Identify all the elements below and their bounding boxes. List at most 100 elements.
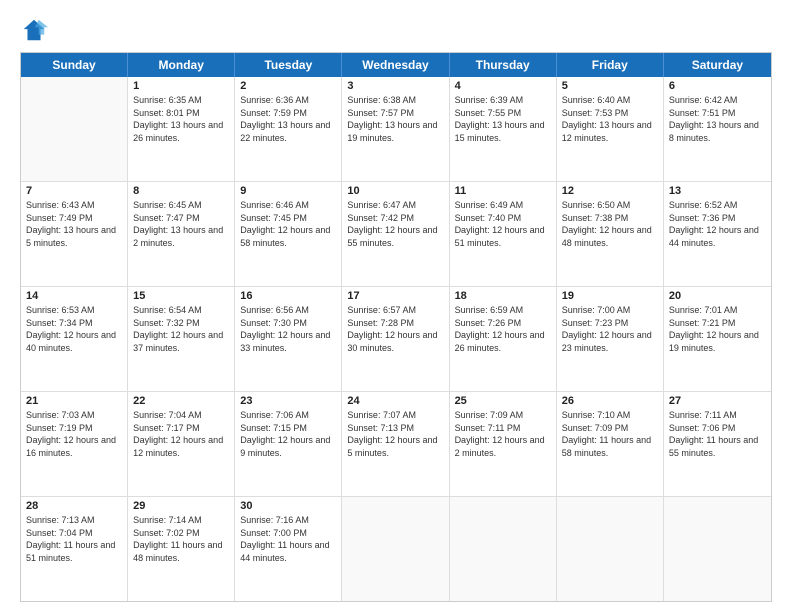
sunset-text: Sunset: 7:30 PM — [240, 317, 336, 330]
sunrise-text: Sunrise: 6:50 AM — [562, 199, 658, 212]
day-number: 21 — [26, 395, 122, 407]
sunset-text: Sunset: 7:15 PM — [240, 422, 336, 435]
daylight-text: Daylight: 12 hours and 26 minutes. — [455, 329, 551, 354]
day-number: 1 — [133, 80, 229, 92]
sunset-text: Sunset: 7:45 PM — [240, 212, 336, 225]
calendar-row-5: 28 Sunrise: 7:13 AMSunset: 7:04 PM Dayligh… — [21, 497, 771, 601]
sunrise-text: Sunrise: 7:09 AM — [455, 409, 551, 422]
sunrise-text: Sunrise: 6:46 AM — [240, 199, 336, 212]
sunrise-text: Sunrise: 6:36 AM — [240, 94, 336, 107]
sunset-text: Sunset: 7:21 PM — [669, 317, 766, 330]
daylight-text: Daylight: 12 hours and 19 minutes. — [669, 329, 766, 354]
day-cell-1: 1Sunrise: 6:35 AMSunset: 8:01 PMDaylight… — [128, 77, 235, 181]
sunrise-text: Sunrise: 7:04 AM — [133, 409, 229, 422]
daylight-text: Daylight: 12 hours and 48 minutes. — [562, 224, 658, 249]
daylight-text: Daylight: 12 hours and 51 minutes. — [455, 224, 551, 249]
sunset-text: Sunset: 7:06 PM — [669, 422, 766, 435]
logo-icon — [20, 16, 48, 44]
day-number: 28 — [26, 500, 122, 512]
sunrise-text: Sunrise: 7:16 AM — [240, 514, 336, 527]
sunrise-text: Sunrise: 6:53 AM — [26, 304, 122, 317]
day-cell-20: 20Sunrise: 7:01 AMSunset: 7:21 PMDayligh… — [664, 287, 771, 391]
sunset-text: Sunset: 7:40 PM — [455, 212, 551, 225]
daylight-text: Daylight: 11 hours and 55 minutes. — [669, 434, 766, 459]
sunset-text: Sunset: 7:04 PM — [26, 527, 122, 540]
daylight-text: Daylight: 12 hours and 40 minutes. — [26, 329, 122, 354]
sunrise-text: Sunrise: 6:54 AM — [133, 304, 229, 317]
weekday-header-thursday: Thursday — [450, 53, 557, 77]
sunset-text: Sunset: 7:09 PM — [562, 422, 658, 435]
day-cell-29: 29Sunrise: 7:14 AMSunset: 7:02 PMDayligh… — [128, 497, 235, 601]
day-number: 27 — [669, 395, 766, 407]
sunrise-text: Sunrise: 6:42 AM — [669, 94, 766, 107]
day-number: 15 — [133, 290, 229, 302]
day-number: 9 — [240, 185, 336, 197]
day-cell-12: 12 Sunrise: 6:50 AMSunset: 7:38 PMDayligh… — [557, 182, 664, 286]
sunrise-text: Sunrise: 7:10 AM — [562, 409, 658, 422]
day-number: 26 — [562, 395, 658, 407]
weekday-header-tuesday: Tuesday — [235, 53, 342, 77]
sunset-text: Sunset: 7:47 PM — [133, 212, 229, 225]
calendar-body: 1Sunrise: 6:35 AMSunset: 8:01 PMDaylight… — [21, 77, 771, 601]
day-cell-15: 15Sunrise: 6:54 AMSunset: 7:32 PMDayligh… — [128, 287, 235, 391]
sunset-text: Sunset: 7:57 PM — [347, 107, 443, 120]
weekday-header-saturday: Saturday — [664, 53, 771, 77]
sunset-text: Sunset: 7:19 PM — [26, 422, 122, 435]
day-number: 18 — [455, 290, 551, 302]
daylight-text: Daylight: 13 hours and 19 minutes. — [347, 119, 443, 144]
daylight-text: Daylight: 13 hours and 12 minutes. — [562, 119, 658, 144]
daylight-text: Daylight: 11 hours and 48 minutes. — [133, 539, 229, 564]
empty-cell — [21, 77, 128, 181]
day-number: 5 — [562, 80, 658, 92]
empty-cell — [450, 497, 557, 601]
logo — [20, 16, 52, 44]
daylight-text: Daylight: 11 hours and 44 minutes. — [240, 539, 336, 564]
header — [20, 16, 772, 44]
sunset-text: Sunset: 7:23 PM — [562, 317, 658, 330]
calendar-row-4: 21Sunrise: 7:03 AMSunset: 7:19 PMDayligh… — [21, 392, 771, 497]
sunrise-text: Sunrise: 7:13 AM — [26, 514, 122, 527]
sunset-text: Sunset: 7:49 PM — [26, 212, 122, 225]
day-cell-17: 17Sunrise: 6:57 AMSunset: 7:28 PMDayligh… — [342, 287, 449, 391]
day-number: 6 — [669, 80, 766, 92]
empty-cell — [557, 497, 664, 601]
sunset-text: Sunset: 7:42 PM — [347, 212, 443, 225]
sunrise-text: Sunrise: 6:45 AM — [133, 199, 229, 212]
sunset-text: Sunset: 7:17 PM — [133, 422, 229, 435]
empty-cell — [342, 497, 449, 601]
sunrise-text: Sunrise: 6:39 AM — [455, 94, 551, 107]
day-number: 13 — [669, 185, 766, 197]
daylight-text: Daylight: 12 hours and 2 minutes. — [455, 434, 551, 459]
day-cell-13: 13Sunrise: 6:52 AMSunset: 7:36 PMDayligh… — [664, 182, 771, 286]
sunrise-text: Sunrise: 6:59 AM — [455, 304, 551, 317]
calendar: SundayMondayTuesdayWednesdayThursdayFrid… — [20, 52, 772, 602]
sunrise-text: Sunrise: 6:47 AM — [347, 199, 443, 212]
day-number: 22 — [133, 395, 229, 407]
sunset-text: Sunset: 7:26 PM — [455, 317, 551, 330]
daylight-text: Daylight: 13 hours and 8 minutes. — [669, 119, 766, 144]
sunrise-text: Sunrise: 6:43 AM — [26, 199, 122, 212]
sunset-text: Sunset: 7:13 PM — [347, 422, 443, 435]
empty-cell — [664, 497, 771, 601]
day-number: 24 — [347, 395, 443, 407]
day-number: 16 — [240, 290, 336, 302]
daylight-text: Daylight: 13 hours and 26 minutes. — [133, 119, 229, 144]
day-cell-8: 8Sunrise: 6:45 AMSunset: 7:47 PMDaylight… — [128, 182, 235, 286]
sunrise-text: Sunrise: 7:06 AM — [240, 409, 336, 422]
day-number: 2 — [240, 80, 336, 92]
sunrise-text: Sunrise: 7:00 AM — [562, 304, 658, 317]
daylight-text: Daylight: 12 hours and 58 minutes. — [240, 224, 336, 249]
day-number: 29 — [133, 500, 229, 512]
day-cell-21: 21Sunrise: 7:03 AMSunset: 7:19 PMDayligh… — [21, 392, 128, 496]
daylight-text: Daylight: 12 hours and 9 minutes. — [240, 434, 336, 459]
day-number: 12 — [562, 185, 658, 197]
day-number: 19 — [562, 290, 658, 302]
page: SundayMondayTuesdayWednesdayThursdayFrid… — [0, 0, 792, 612]
sunrise-text: Sunrise: 6:38 AM — [347, 94, 443, 107]
daylight-text: Daylight: 13 hours and 5 minutes. — [26, 224, 122, 249]
sunset-text: Sunset: 7:32 PM — [133, 317, 229, 330]
sunset-text: Sunset: 7:36 PM — [669, 212, 766, 225]
sunset-text: Sunset: 7:51 PM — [669, 107, 766, 120]
sunset-text: Sunset: 7:38 PM — [562, 212, 658, 225]
sunrise-text: Sunrise: 6:40 AM — [562, 94, 658, 107]
